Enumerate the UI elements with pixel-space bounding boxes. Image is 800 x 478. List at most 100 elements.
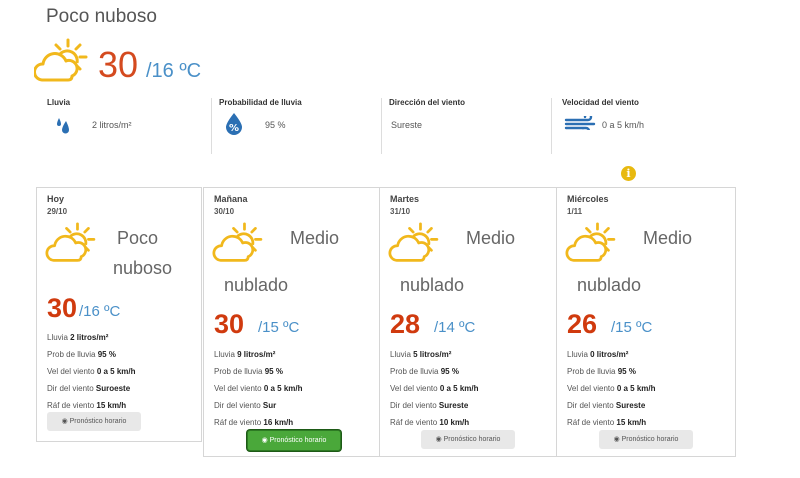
forecast-condition: Poco: [117, 228, 159, 248]
row-label: Lluvia: [214, 350, 238, 359]
row-value: Suroeste: [95, 384, 131, 393]
row-label: Dir del viento: [47, 384, 96, 393]
row-label: Prob de lluvia: [47, 350, 98, 359]
forecast-wind-speed: Vel del viento 0 a 5 km/h: [567, 384, 656, 393]
forecast-card: Martes 31/10 Medio nublado 28/14 ºC Lluvia 5 …: [379, 187, 557, 457]
forecast-wind-gust: Ráf de viento 15 km/h: [47, 401, 126, 410]
forecast-wind-direction: Dir del viento Sur: [214, 401, 276, 410]
forecast-condition: nublado: [577, 275, 642, 295]
forecast-day: Mañana: [214, 194, 248, 204]
svg-text:%: %: [229, 123, 239, 134]
row-value: 15 km/h: [96, 401, 127, 410]
row-value: 0 a 5 km/h: [439, 384, 479, 393]
row-value: 15 km/h: [616, 418, 647, 427]
forecast-card: Hoy 29/10 Poco nuboso 30/16 ºC Lluvia 2 litro…: [36, 187, 202, 442]
forecast-date: 30/10: [214, 207, 235, 216]
button-label: Pronóstico horario: [443, 436, 501, 443]
hourly-forecast-button[interactable]: ◉ Pronóstico horario: [47, 412, 141, 431]
row-label: Lluvia: [47, 333, 71, 342]
forecast-temp-max: 26: [567, 309, 598, 339]
row-value: Sureste: [438, 401, 469, 410]
row-label: Ráf de viento: [214, 418, 264, 427]
forecast-wind-direction: Dir del viento Sureste: [567, 401, 645, 410]
forecast-temp-max: 28: [390, 309, 421, 339]
forecast-temp-min: /16 ºC: [79, 303, 121, 320]
button-label: Pronóstico horario: [269, 437, 327, 444]
forecast-temp-max: 30: [214, 309, 245, 339]
partly-cloudy-sun-icon: [45, 222, 96, 262]
forecast-rain-probability: Prob de lluvia 95 %: [567, 367, 636, 376]
row-label: Vel del viento: [47, 367, 97, 376]
eye-icon: ◉: [61, 418, 68, 425]
stat-rain: Lluvia 2 litros/m²: [47, 98, 207, 154]
row-value: 9 litros/m²: [237, 350, 276, 359]
partly-cloudy-sun-icon: [34, 38, 88, 82]
row-value: 0 litros/m²: [590, 350, 629, 359]
row-value: 95 %: [440, 367, 459, 376]
forecast-rain: Lluvia 2 litros/m²: [47, 333, 108, 342]
forecast-wind-gust: Ráf de viento 10 km/h: [390, 418, 469, 427]
hourly-forecast-button[interactable]: ◉ Pronóstico horario: [421, 430, 515, 449]
partly-cloudy-sun-icon: [388, 222, 439, 262]
forecast-date: 1/11: [567, 207, 583, 216]
stat-value: 0 a 5 km/h: [602, 120, 645, 130]
hourly-forecast-button[interactable]: ◉ Pronóstico horario: [599, 430, 693, 449]
row-value: 10 km/h: [439, 418, 470, 427]
current-condition: Poco nuboso: [46, 6, 157, 27]
row-value: 95 %: [617, 367, 636, 376]
forecast-rain-probability: Prob de lluvia 95 %: [214, 367, 283, 376]
stat-wind-speed: Velocidad del viento 0 a 5 km/h: [562, 98, 722, 154]
button-label: Pronóstico horario: [621, 436, 679, 443]
row-label: Vel del viento: [214, 384, 264, 393]
row-value: 0 a 5 km/h: [263, 384, 303, 393]
forecast-temp-min: /14 ºC: [434, 319, 476, 336]
row-label: Lluvia: [390, 350, 414, 359]
divider: [211, 98, 212, 154]
forecast-condition: nuboso: [113, 258, 173, 278]
forecast-date: 29/10: [47, 207, 68, 216]
hourly-forecast-button[interactable]: ◉ Pronóstico horario: [247, 430, 341, 451]
current-temp-max: 30: [98, 44, 139, 85]
forecast-rain-probability: Prob de lluvia 95 %: [47, 350, 116, 359]
forecast-rain: Lluvia 9 litros/m²: [214, 350, 275, 359]
row-label: Lluvia: [567, 350, 591, 359]
forecast-rain-probability: Prob de lluvia 95 %: [390, 367, 459, 376]
current-temp-min: /16 ºC: [146, 60, 202, 82]
row-value: 0 a 5 km/h: [96, 367, 136, 376]
stat-label: Dirección del viento: [389, 98, 466, 107]
wind-icon: [564, 116, 596, 130]
row-value: Sur: [262, 401, 277, 410]
row-label: Dir del viento: [390, 401, 439, 410]
forecast-card: Miércoles 1/11 Medio nublado 26/15 ºC Lluvia …: [556, 187, 736, 457]
row-value: 0 a 5 km/h: [616, 384, 656, 393]
forecast-day: Miércoles: [567, 194, 609, 204]
row-label: Prob de lluvia: [567, 367, 618, 376]
row-value: 5 litros/m²: [413, 350, 452, 359]
stat-label: Velocidad del viento: [562, 98, 639, 107]
forecast-wind-gust: Ráf de viento 15 km/h: [567, 418, 646, 427]
forecast-condition: nublado: [224, 275, 289, 295]
row-value: 2 litros/m²: [70, 333, 109, 342]
row-label: Prob de lluvia: [390, 367, 441, 376]
row-value: Sureste: [615, 401, 646, 410]
stat-value: 95 %: [265, 120, 286, 130]
row-label: Vel del viento: [390, 384, 440, 393]
forecast-day: Martes: [390, 194, 420, 204]
row-value: 95 %: [97, 350, 116, 359]
row-label: Prob de lluvia: [214, 367, 265, 376]
stat-label: Lluvia: [47, 98, 71, 107]
info-icon[interactable]: i: [621, 166, 636, 181]
button-label: Pronóstico horario: [69, 418, 127, 425]
rain-drops-icon: [57, 118, 69, 134]
stat-label: Probabilidad de lluvia: [219, 98, 302, 107]
row-label: Dir del viento: [214, 401, 263, 410]
row-label: Ráf de viento: [47, 401, 97, 410]
eye-icon: ◉: [435, 436, 442, 443]
forecast-rain: Lluvia 0 litros/m²: [567, 350, 628, 359]
forecast-condition: Medio: [643, 228, 693, 248]
forecast-temp-max: 30: [47, 293, 78, 323]
forecast-condition: Medio: [290, 228, 340, 248]
divider: [551, 98, 552, 154]
forecast-wind-speed: Vel del viento 0 a 5 km/h: [214, 384, 303, 393]
eye-icon: ◉: [613, 436, 620, 443]
